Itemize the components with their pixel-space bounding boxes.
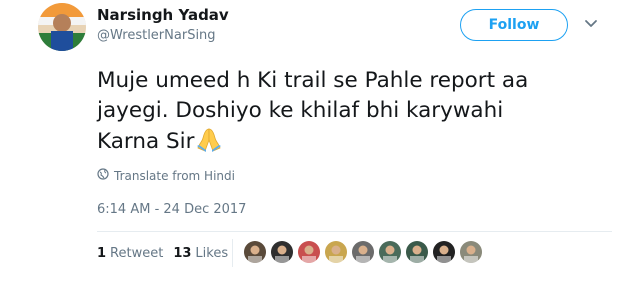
author-name[interactable]: Narsingh Yadav [97, 6, 229, 24]
retweet-count-label: Retweet [110, 246, 164, 261]
author-handle[interactable]: @WrestlerNarSing [97, 28, 216, 43]
liker-avatar[interactable] [297, 240, 321, 264]
liker-avatar[interactable] [378, 240, 402, 264]
chevron-down-icon[interactable] [583, 15, 599, 31]
divider [97, 231, 612, 232]
liker-avatars [243, 240, 483, 264]
liker-avatar[interactable] [405, 240, 429, 264]
tweet-timestamp[interactable]: 6:14 AM - 24 Dec 2017 [97, 202, 246, 217]
tweet-stats: 1 Retweet 13 Likes [97, 246, 238, 261]
like-count[interactable]: 13 Likes [173, 246, 228, 261]
liker-avatar[interactable] [459, 240, 483, 264]
like-count-value: 13 [173, 246, 192, 261]
tweet-text: Muje umeed h Ki trail se Pahle report aa… [97, 66, 617, 157]
profile-photo-icon [38, 3, 86, 51]
tweet-line: Karna Sir [97, 126, 617, 157]
retweet-count-value: 1 [97, 246, 107, 261]
liker-avatar[interactable] [351, 240, 375, 264]
tweet-line-text: Karna Sir [97, 129, 195, 154]
liker-avatar[interactable] [270, 240, 294, 264]
follow-button[interactable]: Follow [460, 9, 568, 41]
liker-avatar[interactable] [243, 240, 267, 264]
retweet-count[interactable]: 1 Retweet [97, 246, 163, 261]
translate-link[interactable]: Translate from Hindi [97, 168, 235, 183]
liker-avatar[interactable] [432, 240, 456, 264]
like-count-label: Likes [195, 246, 229, 261]
globe-icon [97, 168, 109, 183]
translate-label: Translate from Hindi [114, 168, 235, 183]
folded-hands-emoji-icon [194, 126, 224, 152]
stats-separator [232, 239, 233, 267]
liker-avatar[interactable] [324, 240, 348, 264]
avatar[interactable] [38, 3, 86, 51]
tweet-line: Muje umeed h Ki trail se Pahle report aa [97, 68, 529, 93]
tweet-line: jayegi. Doshiyo ke khilaf bhi karywahi [97, 98, 504, 123]
